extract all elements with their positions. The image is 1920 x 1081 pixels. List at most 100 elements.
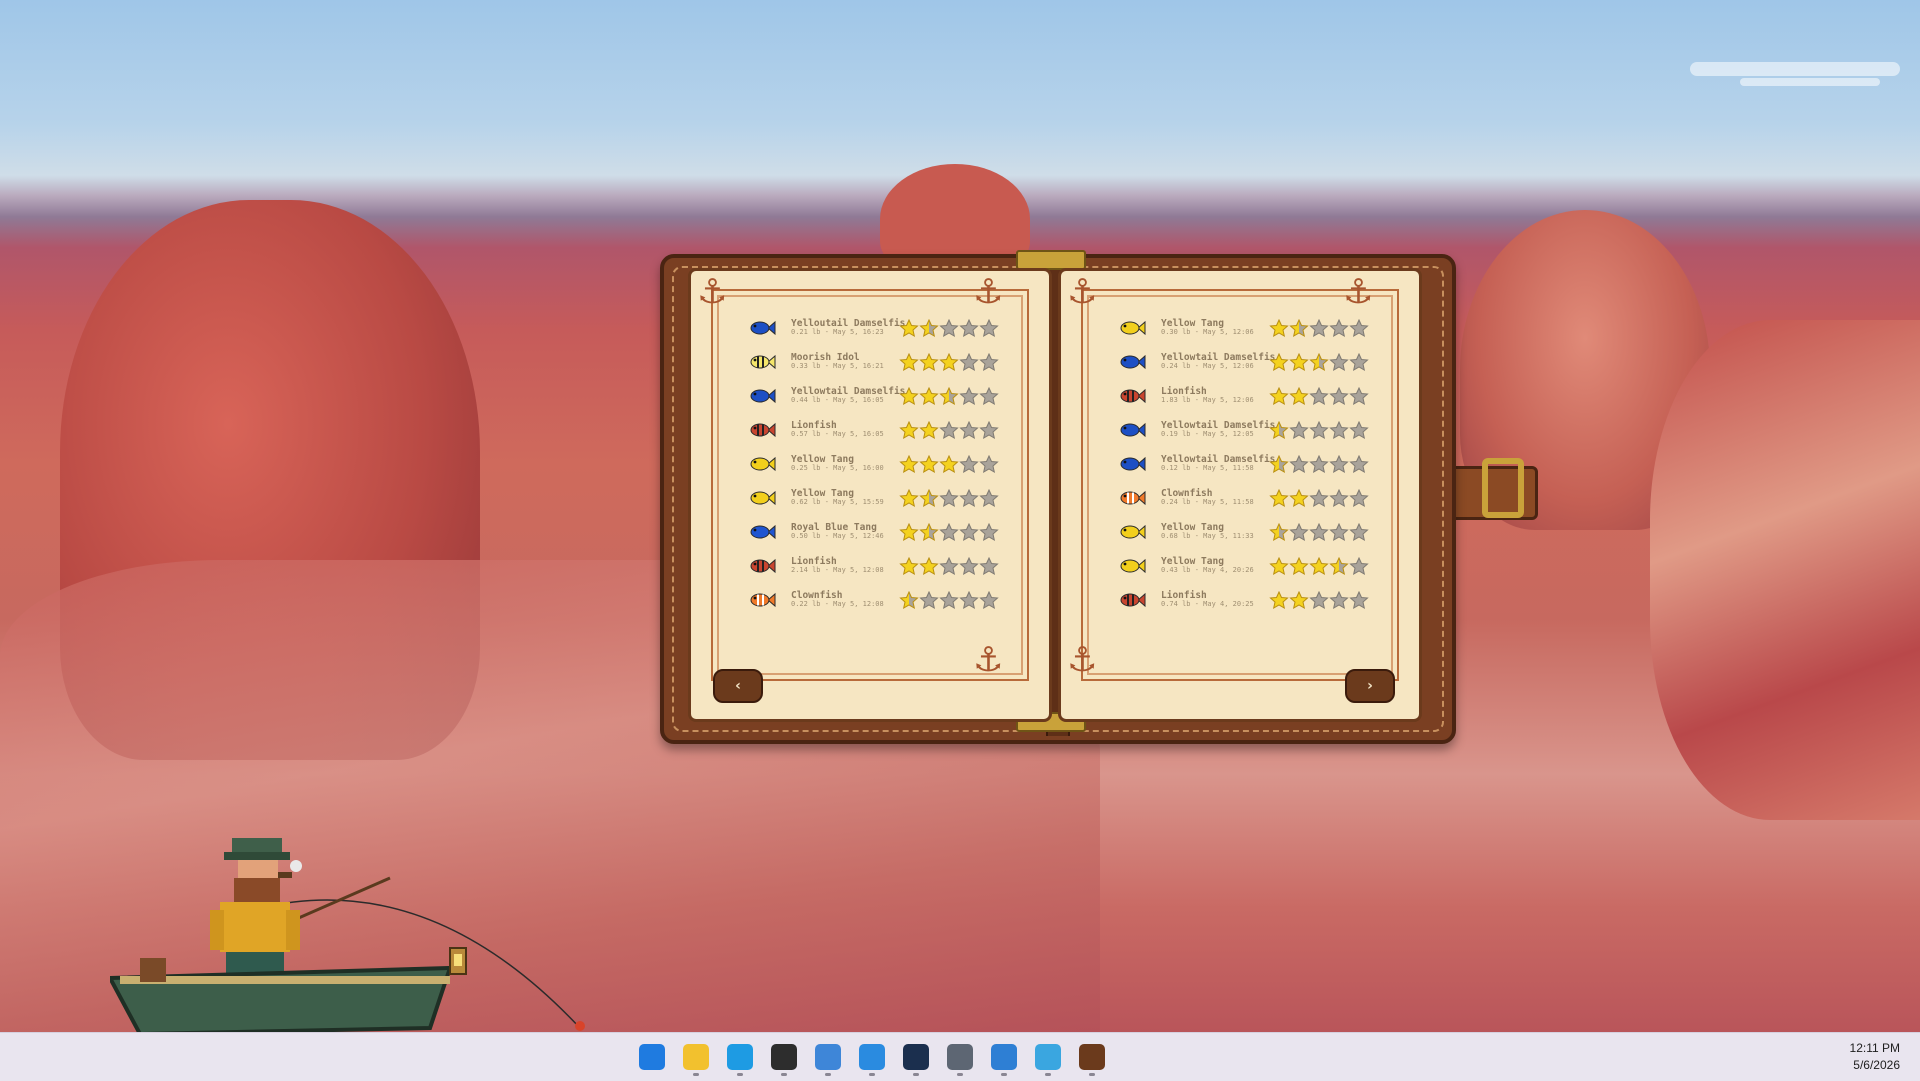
catch-info: Yellowtail Damselfis 0.12 lb - May 5, 11:… (1161, 454, 1275, 473)
star-icon (1309, 557, 1329, 575)
catch-entry[interactable]: Moorish Idol 0.33 lb - May 5, 16:21 (737, 345, 1017, 379)
catch-weight-date: 1.83 lb - May 5, 12:06 (1161, 396, 1254, 405)
paint-icon (991, 1044, 1017, 1070)
catch-weight-date: 0.44 lb - May 5, 16:05 (791, 396, 884, 405)
notepad-taskbar-button[interactable] (806, 1035, 850, 1079)
fisherman-in-boat-icon (106, 838, 585, 1032)
catch-entry[interactable]: Yellow Tang 0.62 lb - May 5, 15:59 (737, 481, 1017, 515)
yellow-tang-icon (1120, 524, 1146, 540)
star-icon (1349, 557, 1369, 575)
yellowtail-damselfish-icon (750, 320, 776, 336)
star-icon (1269, 353, 1289, 371)
edge-taskbar-button[interactable] (718, 1035, 762, 1079)
star-rating (1269, 455, 1369, 473)
vscode-taskbar-button[interactable] (850, 1035, 894, 1079)
fish-icon-slot (747, 592, 777, 608)
catch-entry[interactable]: Clownfish 0.24 lb - May 5, 11:58 (1107, 481, 1387, 515)
star-icon (939, 557, 959, 575)
catch-info: Clownfish 0.24 lb - May 5, 11:58 (1161, 488, 1261, 507)
clownfish-icon (1120, 490, 1146, 506)
catch-weight-date: 0.24 lb - May 5, 12:06 (1161, 362, 1254, 371)
calculator-icon (947, 1044, 973, 1070)
catch-entry[interactable]: Yellow Tang 0.68 lb - May 5, 11:33 (1107, 515, 1387, 549)
catch-weight-date: 0.62 lb - May 5, 15:59 (791, 498, 884, 507)
previous-page-button[interactable]: ‹ (713, 669, 763, 703)
catch-entry[interactable]: Yellowtail Damselfis 0.24 lb - May 5, 12:… (1107, 345, 1387, 379)
star-icon (919, 387, 939, 405)
star-icon (1269, 455, 1289, 473)
steam-taskbar-button[interactable] (894, 1035, 938, 1079)
catch-info: Lionfish 0.74 lb - May 4, 20:25 (1161, 590, 1261, 609)
star-icon (1309, 387, 1329, 405)
catch-entry[interactable]: Clownfish 0.22 lb - May 5, 12:08 (737, 583, 1017, 617)
star-rating (899, 557, 999, 575)
system-clock[interactable]: 12:11 PM 5/6/2026 (1850, 1040, 1900, 1074)
star-icon (1309, 319, 1329, 337)
star-icon (939, 319, 959, 337)
star-icon (939, 387, 959, 405)
fish-icon-slot (1117, 456, 1147, 472)
catch-entry[interactable]: Yellowtail Damselfis 0.44 lb - May 5, 16:… (737, 379, 1017, 413)
catch-entry[interactable]: Yellowtail Damselfis 0.19 lb - May 5, 12:… (1107, 413, 1387, 447)
star-icon (1349, 523, 1369, 541)
catch-weight-date: 0.43 lb - May 4, 20:26 (1161, 566, 1254, 575)
star-icon (1329, 353, 1349, 371)
star-icon (1349, 455, 1369, 473)
star-icon (919, 523, 939, 541)
star-icon (899, 319, 919, 337)
chevron-right-icon: › (1367, 678, 1373, 694)
star-icon (1329, 387, 1349, 405)
catch-entry[interactable]: Yellowtail Damselfis 0.12 lb - May 5, 11:… (1107, 447, 1387, 481)
star-icon (1349, 353, 1369, 371)
star-icon (959, 421, 979, 439)
star-icon (1289, 421, 1309, 439)
start-taskbar-button[interactable] (630, 1035, 674, 1079)
star-icon (979, 489, 999, 507)
paint-taskbar-button[interactable] (982, 1035, 1026, 1079)
fisherman-app-taskbar-button[interactable] (1070, 1035, 1114, 1079)
star-icon (1329, 455, 1349, 473)
catch-entry[interactable]: Royal Blue Tang 0.50 lb - May 5, 12:46 (737, 515, 1017, 549)
cloud (1690, 62, 1900, 76)
catch-info: Lionfish 1.83 lb - May 5, 12:06 (1161, 386, 1261, 405)
fisherman-widget[interactable] (106, 828, 590, 1032)
catch-weight-date: 0.74 lb - May 4, 20:25 (1161, 600, 1254, 609)
star-icon (979, 387, 999, 405)
catch-entry[interactable]: Lionfish 2.14 lb - May 5, 12:08 (737, 549, 1017, 583)
catch-weight-date: 0.33 lb - May 5, 16:21 (791, 362, 884, 371)
file-explorer-taskbar-button[interactable] (674, 1035, 718, 1079)
rock-formation (1650, 320, 1920, 820)
fish-icon-slot (1117, 558, 1147, 574)
lionfish-icon (750, 422, 776, 438)
anchor-icon: ⚓ (1343, 272, 1374, 312)
star-icon (1329, 557, 1349, 575)
maps-taskbar-button[interactable] (1026, 1035, 1070, 1079)
catch-entry[interactable]: Yellow Tang 0.25 lb - May 5, 16:00 (737, 447, 1017, 481)
next-page-button[interactable]: › (1345, 669, 1395, 703)
fish-icon-slot (747, 388, 777, 404)
fish-icon-slot (747, 422, 777, 438)
star-icon (899, 523, 919, 541)
fish-icon-slot (1117, 490, 1147, 506)
catch-entry[interactable]: Lionfish 0.57 lb - May 5, 16:05 (737, 413, 1017, 447)
catch-entry[interactable]: Lionfish 0.74 lb - May 4, 20:25 (1107, 583, 1387, 617)
anchor-icon: ⚓ (973, 272, 1004, 312)
fish-icon-slot (747, 558, 777, 574)
catch-entry[interactable]: Yellow Tang 0.43 lb - May 4, 20:26 (1107, 549, 1387, 583)
catch-entry[interactable]: Lionfish 1.83 lb - May 5, 12:06 (1107, 379, 1387, 413)
star-icon (1269, 387, 1289, 405)
catch-entry[interactable]: Yellow Tang 0.30 lb - May 5, 12:06 (1107, 311, 1387, 345)
fish-icon-slot (1117, 524, 1147, 540)
star-icon (899, 557, 919, 575)
catch-info: Yellow Tang 0.43 lb - May 4, 20:26 (1161, 556, 1261, 575)
fishing-journal-book: ⚓ ⚓ ⚓ Yelloutail Damselfis 0.21 lb - May … (660, 250, 1538, 744)
catch-weight-date: 0.21 lb - May 5, 16:23 (791, 328, 884, 337)
star-icon (939, 421, 959, 439)
anchor-icon: ⚓ (697, 272, 728, 312)
star-icon (899, 353, 919, 371)
terminal-taskbar-button[interactable] (762, 1035, 806, 1079)
calculator-taskbar-button[interactable] (938, 1035, 982, 1079)
catch-entry[interactable]: Yelloutail Damselfis 0.21 lb - May 5, 16:… (737, 311, 1017, 345)
star-icon (939, 591, 959, 609)
yellowtail-damselfish-icon (1120, 456, 1146, 472)
